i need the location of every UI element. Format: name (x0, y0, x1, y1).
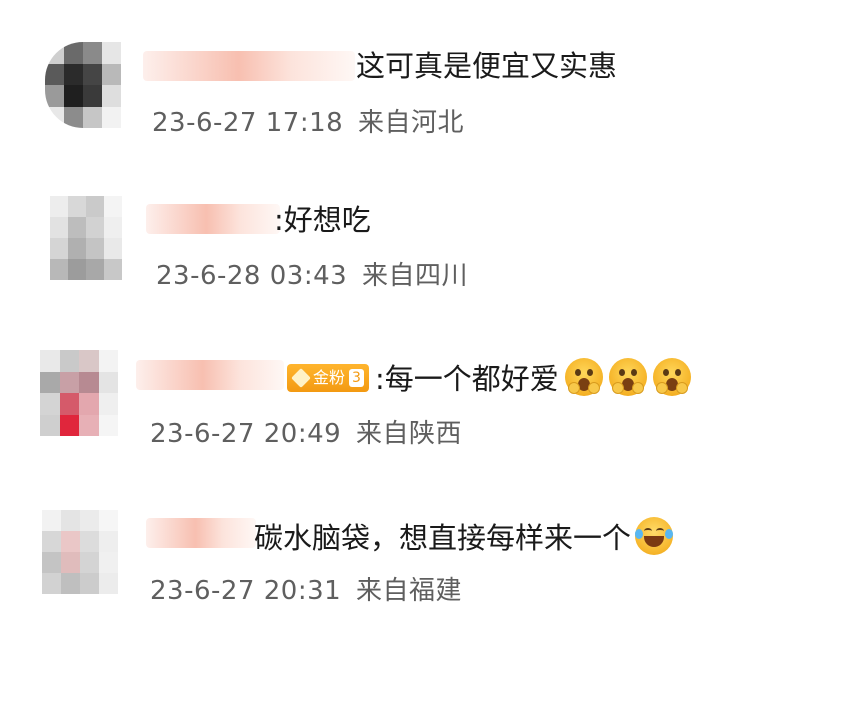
comment-text: :好想吃 (274, 203, 371, 237)
face-with-open-mouth-icon (564, 358, 603, 396)
comment-meta: 23-6-27 20:31 来自福建 (150, 576, 462, 606)
laughing-with-tears-icon (635, 517, 674, 555)
comment-line: 碳水脑袋，想直接每样来一个 (254, 517, 674, 555)
comment-time: 23-6-27 20:49 (150, 419, 342, 449)
comment-meta: 23-6-27 20:49 来自陕西 (150, 419, 462, 449)
avatar[interactable] (42, 510, 118, 594)
comment-location: 来自福建 (355, 576, 462, 606)
avatar[interactable] (40, 350, 118, 436)
face-with-open-mouth-icon (608, 358, 647, 396)
comment-location: 来自四川 (361, 261, 468, 291)
avatar[interactable] (50, 196, 122, 280)
comment-location: 来自河北 (357, 108, 464, 138)
comment-location: 来自陕西 (355, 419, 462, 449)
comment-time: 23-6-27 20:31 (150, 576, 342, 606)
comment-meta: 23-6-28 03:43 来自四川 (156, 261, 468, 291)
fan-badge[interactable]: 金粉 3 (287, 364, 369, 392)
username-blurred[interactable] (146, 518, 256, 548)
face-with-open-mouth-icon (652, 358, 691, 396)
comment-text: 这可真是便宜又实惠 (356, 49, 618, 83)
comment-text: 碳水脑袋，想直接每样来一个 (254, 521, 632, 555)
comment-time: 23-6-27 17:18 (152, 108, 344, 138)
username-blurred[interactable] (143, 51, 355, 81)
diamond-icon (291, 368, 311, 388)
username-blurred[interactable] (136, 360, 284, 390)
comment-text: :每一个都好爱 (374, 362, 559, 396)
username-blurred[interactable] (146, 204, 280, 234)
avatar[interactable] (45, 42, 121, 128)
comment-time: 23-6-28 03:43 (156, 261, 348, 291)
comment-meta: 23-6-27 17:18 来自河北 (152, 108, 464, 138)
comment-line: 金粉 3:每一个都好爱 (287, 358, 691, 396)
